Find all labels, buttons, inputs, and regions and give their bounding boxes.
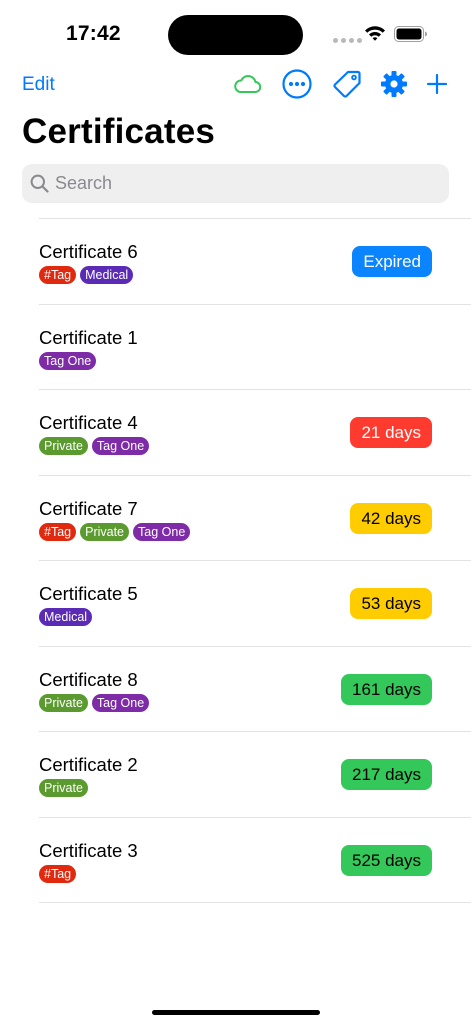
certificate-row[interactable]: Certificate 3 #Tag 525 days — [39, 818, 471, 903]
battery-icon — [394, 26, 427, 42]
plus-icon[interactable] — [421, 68, 453, 100]
certificate-row[interactable]: Certificate 1 Tag One — [39, 305, 471, 390]
page-title: Certificates — [22, 112, 216, 151]
expiry-badge: 217 days — [341, 759, 432, 790]
tag-chip: Tag One — [91, 693, 150, 712]
tag-chip: Private — [39, 693, 88, 712]
status-bar: 17:42 — [0, 0, 471, 62]
certificate-tags: Private — [39, 779, 88, 797]
certificate-tags: Medical — [39, 608, 93, 626]
expiry-badge: 53 days — [350, 588, 432, 619]
cellular-signal-icon — [333, 38, 362, 43]
tag-chip: Tag One — [133, 522, 191, 541]
tag-chip: Medical — [39, 608, 93, 626]
certificate-name: Certificate 2 — [39, 754, 138, 775]
tag-chip: Tag One — [39, 351, 97, 370]
certificate-name: Certificate 6 — [39, 241, 138, 262]
certificate-tags: Tag One — [39, 351, 97, 370]
tag-chip: #Tag — [39, 522, 77, 541]
more-icon[interactable] — [281, 68, 313, 100]
expiry-badge: 21 days — [350, 417, 432, 448]
certificate-tags: Private Tag One — [39, 437, 150, 455]
tag-icon[interactable] — [331, 68, 363, 100]
certificate-row[interactable]: Certificate 7 #Tag Private Tag One 42 days — [39, 476, 471, 561]
certificate-tags: Private Tag One — [39, 693, 150, 712]
cloud-icon[interactable] — [231, 68, 263, 100]
tag-chip: #Tag — [39, 864, 77, 883]
search-icon — [30, 174, 49, 193]
expiry-badge: 161 days — [341, 673, 432, 705]
certificate-row[interactable]: Certificate 4 Private Tag One 21 days — [39, 390, 471, 476]
certificate-tags: #Tag — [39, 864, 77, 883]
certificate-name: Certificate 4 — [39, 412, 138, 433]
wifi-icon — [365, 26, 385, 41]
expiry-badge: 525 days — [341, 844, 432, 876]
expiry-badge: Expired — [352, 246, 432, 277]
tag-chip: #Tag — [39, 266, 77, 284]
certificate-list: Certificate 6 #Tag Medical Expired Certifica… — [39, 218, 471, 903]
search-bar[interactable] — [22, 164, 449, 203]
certificate-name: Certificate 7 — [39, 497, 138, 519]
certificate-name: Certificate 8 — [39, 668, 138, 690]
certificate-name: Certificate 3 — [39, 839, 138, 861]
certificate-name: Certificate 1 — [39, 326, 138, 348]
dynamic-island — [168, 15, 303, 55]
tag-chip: Private — [39, 779, 88, 797]
search-input[interactable] — [55, 164, 435, 203]
status-time: 17:42 — [66, 22, 121, 45]
tag-chip: Medical — [80, 266, 134, 284]
certificate-row[interactable]: Certificate 2 Private 217 days — [39, 732, 471, 818]
home-indicator — [152, 1010, 320, 1015]
certificate-name: Certificate 5 — [39, 583, 138, 604]
edit-button[interactable]: Edit — [22, 74, 55, 96]
certificate-row[interactable]: Certificate 6 #Tag Medical Expired — [39, 219, 471, 305]
tag-chip: Private — [39, 437, 88, 455]
navigation-bar: Edit — [0, 62, 471, 108]
certificate-row[interactable]: Certificate 5 Medical 53 days — [39, 561, 471, 647]
gear-icon[interactable] — [378, 68, 410, 100]
tag-chip: Private — [80, 522, 130, 541]
certificate-tags: #Tag Medical — [39, 266, 134, 284]
tag-chip: Tag One — [91, 437, 150, 455]
certificate-tags: #Tag Private Tag One — [39, 522, 191, 541]
expiry-badge: 42 days — [350, 502, 432, 534]
certificate-row[interactable]: Certificate 8 Private Tag One 161 days — [39, 647, 471, 732]
